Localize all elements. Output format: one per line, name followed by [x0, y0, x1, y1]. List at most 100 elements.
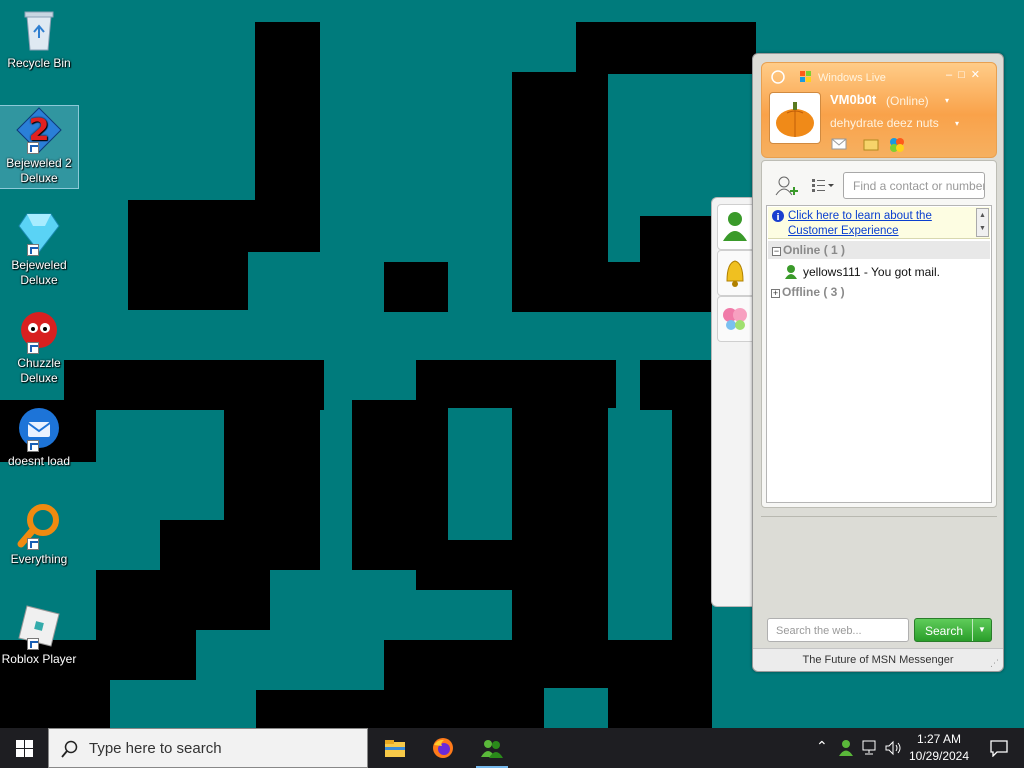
- window-title: Windows Live: [818, 72, 886, 84]
- tab-games[interactable]: [717, 296, 753, 342]
- desktop-icon-bejeweled[interactable]: Bejeweled Deluxe: [0, 208, 78, 288]
- taskbar-firefox[interactable]: [419, 728, 467, 768]
- messenger-icon: [481, 740, 503, 758]
- clock-time: 1:27 AM: [916, 732, 962, 746]
- search-dropdown-icon[interactable]: ▼: [972, 619, 991, 641]
- volume-icon[interactable]: [884, 740, 902, 756]
- scroll-up-icon[interactable]: ▲: [977, 209, 988, 222]
- pumpkin-icon: [776, 102, 814, 137]
- taskbar: Type here to search ⌃ 1:27 AM 10/29/2024: [0, 728, 1024, 768]
- header-icon-row: [830, 135, 918, 155]
- footer-text: The Future of MSN Messenger: [802, 654, 954, 666]
- notification-icon: [990, 740, 1008, 757]
- user-display-name[interactable]: VM0b0t: [830, 92, 876, 107]
- desktop-icon-label: doesnt load: [7, 454, 71, 468]
- collapse-icon[interactable]: −: [772, 247, 781, 256]
- action-center-button[interactable]: [974, 728, 1024, 768]
- avatar[interactable]: [770, 93, 820, 143]
- minimize-icon[interactable]: –: [946, 69, 958, 81]
- clock[interactable]: 1:27 AM 10/29/2024: [906, 731, 972, 765]
- group-online[interactable]: − Online ( 1 ): [768, 241, 990, 259]
- web-search-input[interactable]: Search the web...: [767, 618, 909, 642]
- messenger-side-tabs: [711, 197, 755, 607]
- footer-banner[interactable]: The Future of MSN Messenger ⋰: [753, 648, 1003, 671]
- resize-grip-icon[interactable]: ⋰: [990, 658, 999, 669]
- search-button[interactable]: Search ▼: [914, 618, 992, 642]
- online-buddy-icon: [785, 265, 797, 279]
- group-label: Offline: [782, 285, 820, 299]
- contact-panel: Find a contact or number... i Click here…: [761, 160, 997, 508]
- add-contact-icon[interactable]: [774, 175, 800, 197]
- thunderbird-icon: [15, 404, 63, 452]
- firefox-icon: [433, 738, 453, 758]
- close-icon[interactable]: ✕: [971, 69, 986, 81]
- everything-search-icon: [15, 502, 63, 550]
- user-status[interactable]: (Online): [886, 94, 929, 108]
- shortcut-arrow-icon: [27, 638, 39, 650]
- desktop-icon-bejeweled-2[interactable]: 2 Bejeweled 2 Deluxe: [0, 105, 79, 189]
- desktop-icon-roblox[interactable]: Roblox Player: [0, 602, 78, 667]
- contacts-icon: [723, 212, 747, 241]
- recycle-bin-icon: [15, 6, 63, 54]
- find-contact-input[interactable]: Find a contact or number...: [843, 172, 985, 199]
- shortcut-arrow-icon: [27, 538, 39, 550]
- shortcut-arrow-icon: [27, 342, 39, 354]
- shortcut-arrow-icon: [27, 244, 39, 256]
- group-offline[interactable]: + Offline ( 3 ): [771, 285, 845, 299]
- messenger-window: Windows Live –□✕ VM0b0t (Online) ▾ dehyd…: [752, 53, 1004, 672]
- personal-message[interactable]: dehydrate deez nuts: [830, 116, 939, 130]
- bell-icon: [726, 260, 744, 287]
- start-button[interactable]: [0, 728, 48, 768]
- window-controls: –□✕: [946, 68, 986, 81]
- tab-alerts[interactable]: [717, 250, 753, 296]
- scroll-down-icon[interactable]: ▼: [977, 222, 988, 235]
- shortcut-arrow-icon: [27, 142, 39, 154]
- windows-logo-icon: [16, 740, 33, 757]
- status-dropdown-icon[interactable]: ▾: [945, 96, 949, 105]
- bejeweled-icon: [15, 208, 63, 256]
- roblox-icon: [15, 602, 63, 650]
- taskbar-messenger[interactable]: [468, 728, 516, 768]
- desktop-icon-thunderbird[interactable]: doesnt load: [0, 404, 78, 469]
- desktop-icon-label: Everything: [10, 552, 68, 566]
- svg-text:i: i: [776, 213, 779, 222]
- group-count: ( 3 ): [823, 285, 845, 299]
- desktop-icon-everything[interactable]: Everything: [0, 502, 78, 567]
- divider: [761, 516, 997, 517]
- desktop-icon-label: Recycle Bin: [7, 56, 71, 70]
- folder-icon[interactable]: [863, 139, 879, 151]
- messenger-tray-icon[interactable]: [838, 739, 854, 757]
- msn-butterfly-icon[interactable]: [890, 138, 904, 152]
- file-explorer-icon: [385, 740, 405, 757]
- show-hidden-icons-icon[interactable]: ⌃: [816, 738, 828, 755]
- contact-name: yellows111 - You got mail.: [803, 265, 940, 279]
- desktop-icon-label: Bejeweled Deluxe: [11, 258, 67, 287]
- list-view-menu-icon[interactable]: [810, 177, 836, 195]
- search-button-label: Search: [924, 624, 964, 638]
- chuzzle-icon: [15, 306, 63, 354]
- banner-scrollbar[interactable]: ▲ ▼: [976, 208, 989, 237]
- contact-list: i Click here to learn about the Customer…: [766, 205, 992, 503]
- live-logo-icon: [771, 70, 811, 84]
- desktop-icon-label: Roblox Player: [1, 652, 77, 666]
- messenger-header: Windows Live –□✕ VM0b0t (Online) ▾ dehyd…: [761, 62, 997, 158]
- mail-icon[interactable]: [831, 138, 847, 150]
- contact-item[interactable]: yellows111 - You got mail.: [785, 265, 940, 279]
- customer-experience-link[interactable]: Click here to learn about the Customer E…: [788, 209, 964, 239]
- group-count: ( 1 ): [823, 243, 846, 257]
- bejeweled-2-icon: 2: [15, 106, 63, 154]
- butterfly-icon: [723, 308, 747, 330]
- desktop-icon-label: Chuzzle Deluxe: [17, 356, 61, 385]
- info-banner: i Click here to learn about the Customer…: [768, 207, 990, 239]
- maximize-icon[interactable]: □: [958, 69, 971, 81]
- taskbar-file-explorer[interactable]: [371, 728, 419, 768]
- expand-icon[interactable]: +: [771, 289, 780, 298]
- desktop-icon-chuzzle[interactable]: Chuzzle Deluxe: [0, 306, 78, 386]
- personal-message-dropdown-icon[interactable]: ▾: [955, 119, 959, 128]
- desktop-icon-recycle-bin[interactable]: Recycle Bin: [0, 6, 78, 71]
- taskbar-search-box[interactable]: Type here to search: [48, 728, 368, 768]
- tab-contacts[interactable]: [717, 204, 753, 250]
- network-icon[interactable]: [862, 740, 880, 756]
- info-icon: i: [772, 210, 784, 222]
- taskbar-search-placeholder: Type here to search: [89, 740, 222, 757]
